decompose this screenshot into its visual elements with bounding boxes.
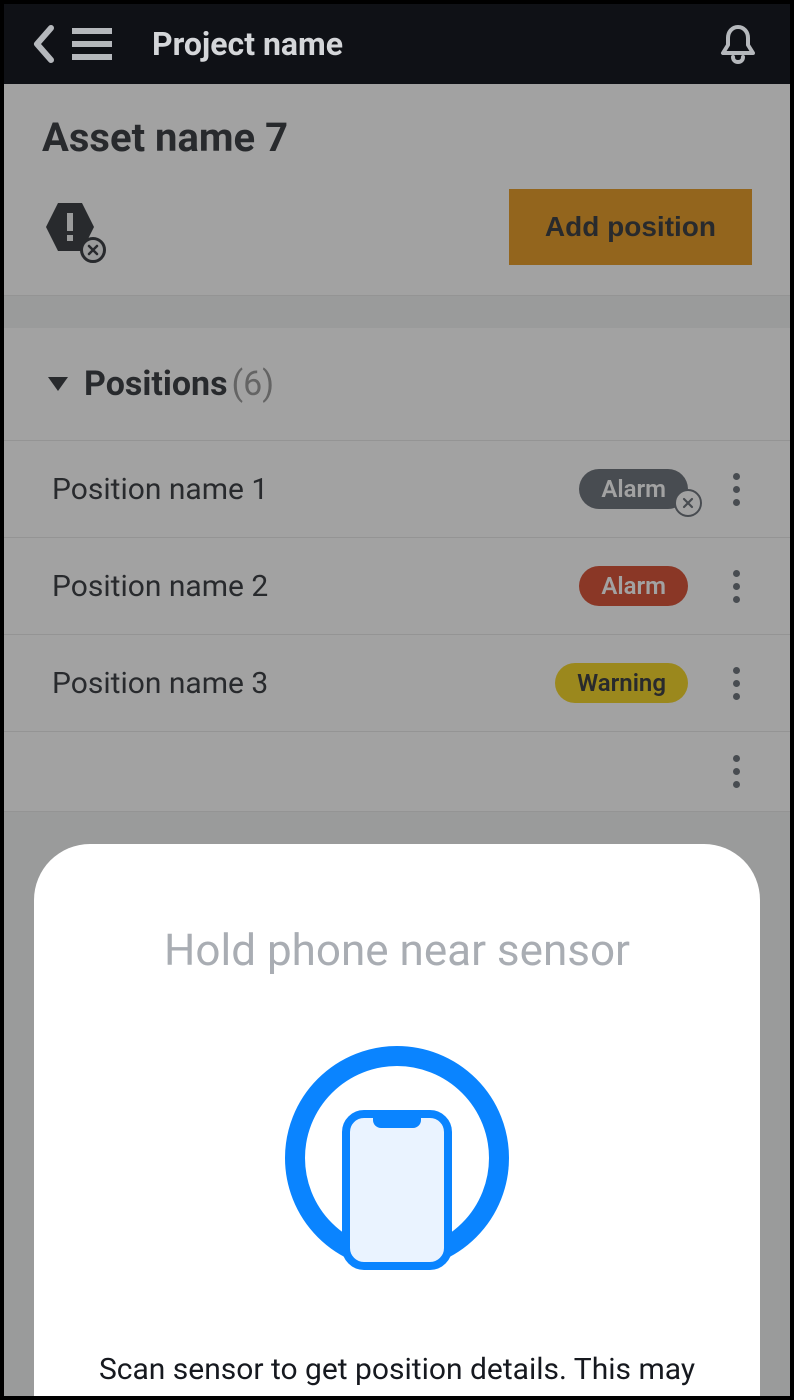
menu-icon[interactable] bbox=[68, 20, 116, 68]
scan-sheet: Hold phone near sensor Scan sensor to ge… bbox=[34, 844, 760, 1396]
topbar: Project name bbox=[4, 4, 790, 84]
sheet-title: Hold phone near sensor bbox=[84, 924, 710, 976]
content-area: Asset name 7 Add position bbox=[4, 84, 790, 1396]
page-title: Project name bbox=[152, 25, 343, 63]
sheet-text: Scan sensor to get position details. Thi… bbox=[84, 1348, 710, 1396]
back-button[interactable] bbox=[24, 24, 64, 64]
phone-scan-icon bbox=[285, 1046, 509, 1270]
bell-icon[interactable] bbox=[714, 20, 762, 68]
